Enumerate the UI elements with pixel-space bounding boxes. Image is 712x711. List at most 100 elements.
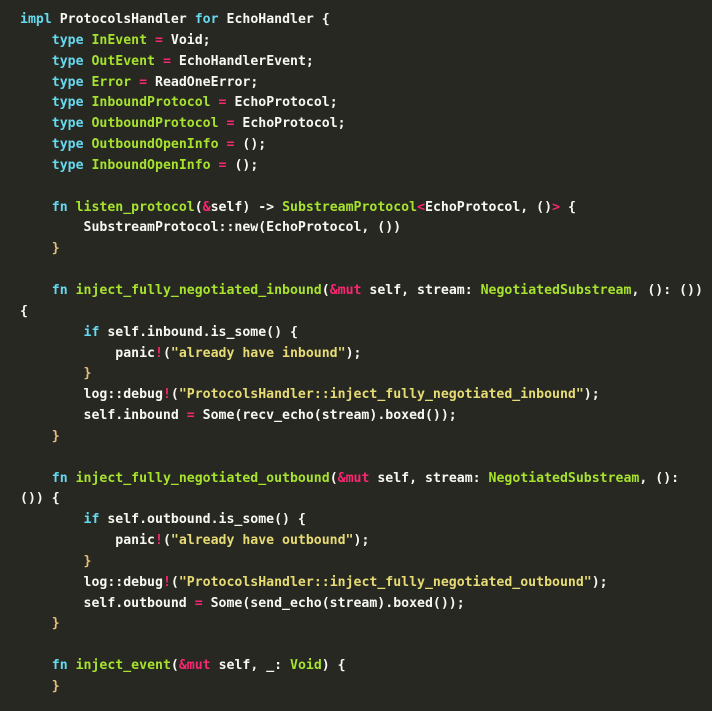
code-token-pl: self.inbound.is_some() {: [99, 324, 298, 340]
code-line: panic!("already have inbound");: [20, 344, 706, 365]
code-line: log::debug!("ProtocolsHandler::inject_fu…: [20, 573, 706, 594]
code-token-pl: ();: [234, 157, 259, 173]
code-line: type InboundOpenInfo = ();: [20, 156, 706, 177]
code-token-op: &: [202, 199, 211, 215]
code-token-pl: self) ->: [210, 199, 283, 215]
code-token-pl: );: [583, 387, 600, 403]
code-token-fnm: InboundProtocol: [91, 95, 211, 111]
code-token-pl: ReadOneError;: [155, 74, 259, 90]
code-token-pl: log::debug: [83, 387, 163, 403]
code-token-pl: (: [321, 282, 330, 298]
code-token-pl: self, stream:: [361, 282, 481, 298]
code-token-fnm: listen_protocol: [75, 199, 195, 215]
code-token-pl: Some(recv_echo(stream).boxed());: [194, 408, 457, 424]
code-token-str: "already have outbound": [170, 533, 354, 549]
code-token-typ: SubstreamProtocol: [282, 199, 418, 215]
code-token-op: !: [162, 387, 171, 403]
code-token-kw: type: [51, 116, 84, 132]
code-token-pl: {: [560, 199, 576, 215]
code-token-typ: NegotiatedSubstream: [480, 282, 632, 298]
code-token-pl: log::debug: [83, 574, 163, 590]
code-token-pl: self, _:: [210, 658, 291, 674]
code-line: }: [20, 677, 706, 698]
code-token-pl: self.inbound: [83, 408, 187, 424]
code-token-brc: }: [51, 679, 60, 694]
code-token-mut: mut: [337, 282, 362, 298]
code-token-pl: SubstreamProtocol::new(EchoProtocol, ()): [83, 220, 402, 236]
code-token-kw: fn: [51, 199, 68, 215]
code-line: log::debug!("ProtocolsHandler::inject_fu…: [20, 385, 706, 406]
code-token-kw: type: [51, 95, 84, 111]
code-line: fn inject_fully_negotiated_outbound(&mut…: [20, 469, 706, 511]
code-token-pl: (: [170, 574, 179, 590]
code-token-kw: type: [51, 53, 84, 69]
code-line: SubstreamProtocol::new(EchoProtocol, ()): [20, 218, 706, 239]
code-line: type InEvent = Void;: [20, 31, 706, 52]
code-block[interactable]: impl ProtocolsHandler for EchoHandler { …: [0, 10, 712, 698]
code-token-str: "already have inbound": [170, 345, 346, 361]
code-token-pl: EchoHandler: [226, 12, 314, 27]
code-line: type InboundProtocol = EchoProtocol;: [20, 93, 706, 114]
code-token-kw: fn: [51, 282, 68, 298]
code-token-op: =: [155, 32, 163, 48]
code-line: type OutboundOpenInfo = ();: [20, 135, 706, 156]
code-line: }: [20, 427, 706, 448]
code-token-pl: ) {: [321, 658, 346, 674]
code-token-kw: type: [51, 74, 84, 90]
code-token-brc: }: [83, 553, 92, 569]
code-token-mut: mut: [345, 470, 370, 486]
code-line: type OutboundProtocol = EchoProtocol;: [20, 114, 706, 135]
code-token-typ: Void: [290, 658, 322, 674]
code-token-str: "ProtocolsHandler::inject_fully_negotiat…: [178, 574, 592, 590]
code-token-br: {: [321, 12, 330, 27]
code-token-op: >: [552, 199, 561, 215]
code-token-fnm: OutboundProtocol: [91, 116, 219, 132]
code-token-kw: impl: [20, 12, 52, 27]
code-token-pl: Void;: [170, 32, 211, 48]
code-line: fn inject_event(&mut self, _: Void) {: [20, 656, 706, 677]
code-line: }: [20, 239, 706, 260]
code-token-kw: fn: [51, 470, 68, 486]
code-token-pl: EchoHandlerEvent;: [178, 53, 314, 69]
code-token-pl: self.outbound: [83, 595, 195, 611]
code-editor-surface: impl ProtocolsHandler for EchoHandler { …: [0, 0, 712, 711]
code-token-pl: EchoProtocol;: [242, 116, 346, 132]
code-token-op: =: [162, 53, 171, 69]
code-token-op: <: [417, 199, 426, 215]
code-token-pl: (: [170, 658, 179, 674]
code-token-op: &: [329, 282, 338, 298]
code-token-op: !: [154, 533, 163, 549]
code-line: fn inject_fully_negotiated_inbound(&mut …: [20, 281, 706, 323]
code-token-op: =: [139, 74, 148, 90]
code-token-fnm: OutEvent: [91, 53, 156, 69]
code-line: type Error = ReadOneError;: [20, 73, 706, 94]
